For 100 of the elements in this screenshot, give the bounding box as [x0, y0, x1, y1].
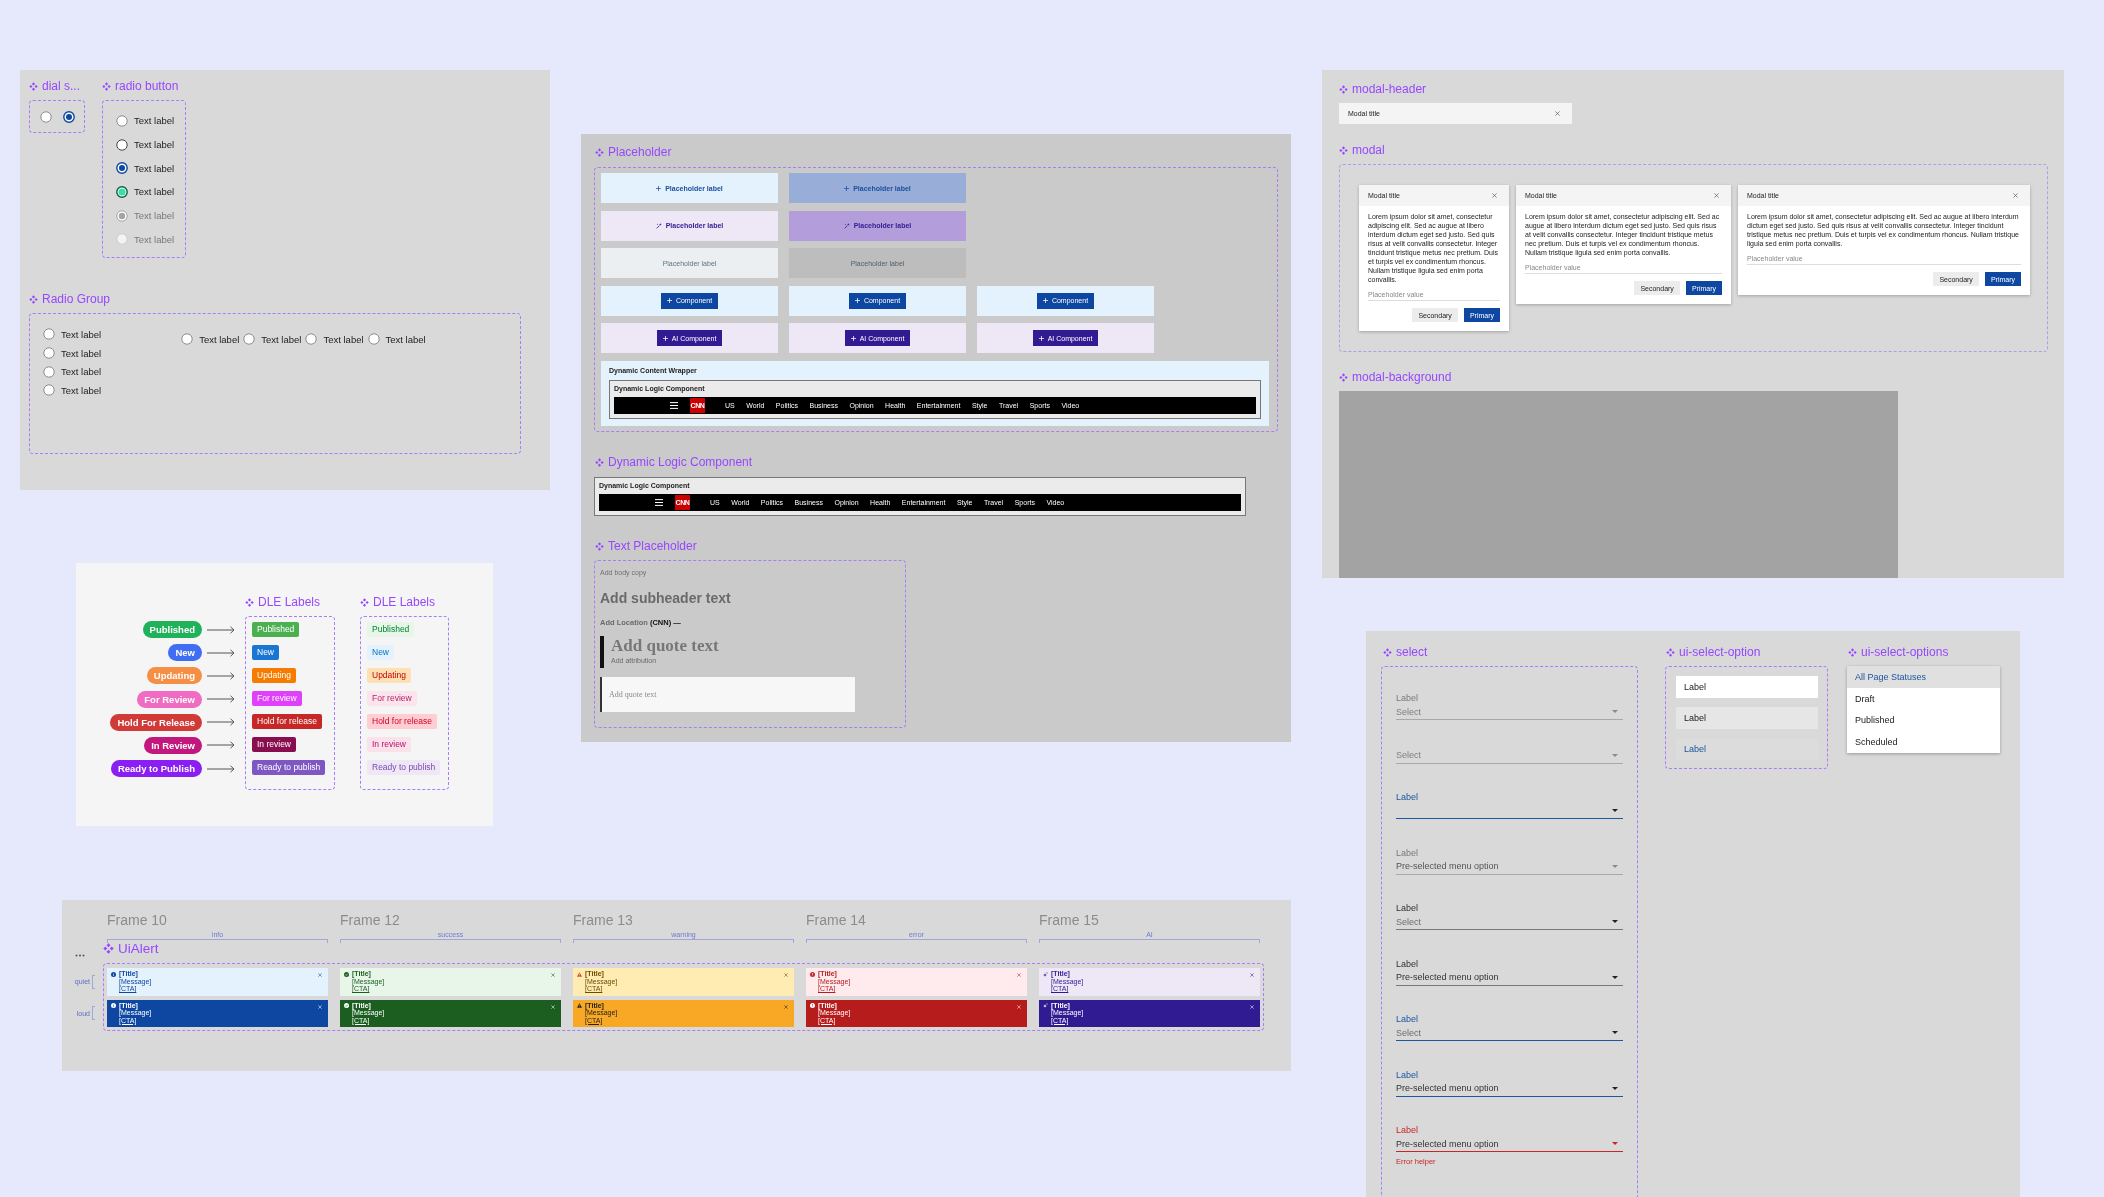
- arrow-icon: [207, 718, 235, 727]
- select-field[interactable]: Pre-selected menu option: [1396, 1136, 1623, 1152]
- radio-button[interactable]: [62, 110, 75, 123]
- component-icon: [1339, 84, 1348, 94]
- radio-button[interactable]: [367, 333, 380, 346]
- close-icon[interactable]: [2013, 193, 2018, 198]
- radio-label: Text label: [134, 162, 175, 174]
- radio-label: Text label: [134, 139, 175, 151]
- radio-label: Text label: [134, 233, 175, 245]
- magic-wand-icon: [655, 222, 662, 229]
- quote-input-field[interactable]: Add quote text: [600, 677, 855, 712]
- status-pill: Hold For Release: [110, 713, 202, 731]
- field-label: Label: [1396, 1124, 1420, 1136]
- radio-button[interactable]: [116, 185, 128, 198]
- component-icon: [29, 81, 38, 91]
- component-icon: [102, 81, 111, 91]
- component-icon: [595, 457, 604, 467]
- component-icon: [245, 597, 254, 607]
- select-field[interactable]: Pre-selected menu option: [1396, 1080, 1623, 1097]
- radio-button[interactable]: [43, 384, 55, 397]
- plus-icon: [844, 185, 850, 191]
- caret-icon: [1612, 1142, 1618, 1145]
- radio-button[interactable]: [43, 365, 55, 378]
- component-icon: [360, 597, 369, 607]
- component-title: Placeholder: [608, 145, 672, 159]
- error-icon: [810, 1003, 815, 1008]
- menu-icon[interactable]: [655, 499, 663, 506]
- close-icon[interactable]: [784, 973, 788, 977]
- frame-label: Frame 15: [1039, 912, 1099, 929]
- select-option[interactable]: Label: [1676, 707, 1818, 729]
- warning-icon: [577, 1003, 582, 1008]
- sparkle-icon: [1043, 971, 1048, 977]
- component-title: DLE Labels: [373, 595, 436, 609]
- radio-button[interactable]: [243, 333, 256, 346]
- arrow-icon: [207, 625, 235, 634]
- radio-button[interactable]: [305, 333, 318, 346]
- close-icon[interactable]: [1250, 973, 1254, 977]
- close-icon[interactable]: [784, 1004, 788, 1009]
- close-icon[interactable]: [1017, 973, 1021, 977]
- status-pill: New: [168, 644, 202, 662]
- sparkle-icon: [1043, 1003, 1048, 1008]
- radio-label: Text label: [134, 186, 175, 198]
- frame-label: Frame 12: [340, 912, 400, 929]
- arrow-icon: [207, 671, 235, 680]
- component-title: DLE Labels: [258, 595, 321, 609]
- component-title: modal-background: [1352, 370, 1452, 384]
- caret-icon: [1612, 809, 1618, 812]
- close-icon[interactable]: [318, 973, 322, 977]
- select-field[interactable]: Select: [1396, 1025, 1623, 1041]
- status-pill: Published: [142, 621, 202, 638]
- check-circle-icon: [344, 1003, 349, 1008]
- component-title: ui-select-options: [1861, 645, 1949, 659]
- select-option[interactable]: Label: [1676, 676, 1818, 698]
- caret-icon: [1612, 920, 1618, 923]
- radio-label: Text label: [134, 210, 175, 222]
- check-circle-icon: [344, 971, 349, 977]
- error-icon: [810, 971, 815, 977]
- component-title: ui-select-option: [1679, 645, 1761, 659]
- close-icon[interactable]: [1714, 193, 1719, 198]
- more-icon[interactable]: [75, 954, 85, 957]
- radio-button[interactable]: [43, 328, 55, 341]
- menu-option[interactable]: All Page Statuses: [1847, 666, 2000, 688]
- radio-label: Text label: [61, 384, 102, 396]
- menu-option[interactable]: Scheduled: [1847, 731, 2000, 753]
- radio-label: Text label: [61, 347, 102, 359]
- status-label: In review: [367, 737, 411, 752]
- component-icon: [1339, 145, 1348, 155]
- radio-button[interactable]: [181, 333, 194, 346]
- close-icon[interactable]: [1555, 111, 1560, 116]
- radio-button[interactable]: [43, 347, 55, 360]
- status-pill: In Review: [144, 736, 202, 754]
- field-label: Label: [1396, 957, 1420, 970]
- close-icon[interactable]: [1492, 193, 1497, 198]
- arrow-icon: [207, 695, 235, 704]
- caret-icon: [1612, 975, 1618, 979]
- radio-button[interactable]: [116, 138, 128, 151]
- select-field[interactable]: Pre-selected menu option: [1396, 969, 1623, 986]
- status-label: Hold for release: [367, 714, 437, 729]
- status-label: In review: [252, 737, 296, 752]
- close-icon[interactable]: [551, 973, 555, 977]
- warning-icon: [577, 971, 582, 977]
- component-icon: [1848, 647, 1857, 657]
- caret-icon: [1612, 753, 1618, 757]
- radio-label: Text label: [199, 333, 240, 345]
- component-icon: [595, 541, 604, 551]
- plus-icon: [1042, 298, 1048, 303]
- status-label: Hold for release: [252, 714, 322, 729]
- frame-label: Frame 13: [573, 912, 633, 929]
- plus-icon: [656, 185, 662, 191]
- radio-button[interactable]: [116, 162, 128, 175]
- radio-button[interactable]: [116, 114, 128, 127]
- menu-option[interactable]: Draft: [1847, 687, 2000, 710]
- radio-button[interactable]: [39, 110, 52, 123]
- select-field[interactable]: Select: [1396, 914, 1623, 930]
- component-title: dial s...: [42, 79, 80, 93]
- plus-icon: [854, 298, 860, 303]
- arrow-icon: [207, 741, 235, 750]
- field-label: Label: [1396, 902, 1420, 914]
- menu-option[interactable]: Published: [1847, 709, 2000, 732]
- menu-icon[interactable]: [670, 401, 678, 409]
